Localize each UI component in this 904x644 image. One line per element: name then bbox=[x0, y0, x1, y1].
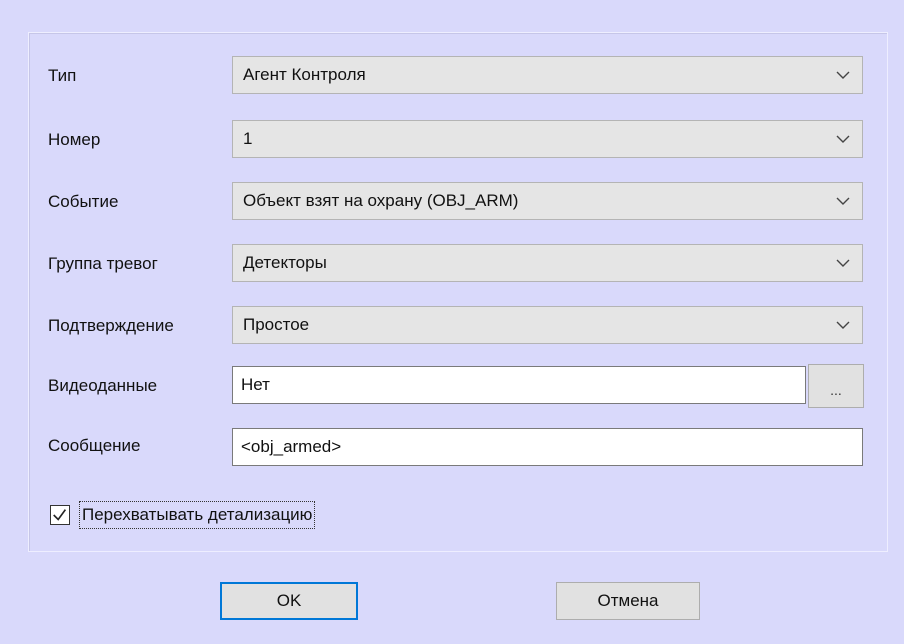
chevron-down-icon bbox=[836, 259, 850, 267]
message-field[interactable]: <obj_armed> bbox=[232, 428, 863, 466]
confirmation-label: Подтверждение bbox=[48, 316, 174, 335]
confirmation-value: Простое bbox=[243, 315, 310, 334]
type-value: Агент Контроля bbox=[243, 65, 366, 84]
video-label: Видеоданные bbox=[48, 376, 158, 395]
intercept-checkbox-label: Перехватывать детализацию bbox=[78, 501, 316, 529]
confirmation-combobox[interactable]: Простое bbox=[232, 306, 863, 344]
checkmark-icon bbox=[53, 509, 67, 521]
chevron-down-icon bbox=[836, 321, 850, 329]
alarm-group-value: Детекторы bbox=[243, 253, 327, 272]
settings-group-box bbox=[28, 32, 888, 552]
video-value: Нет bbox=[241, 375, 270, 394]
alarm-group-combobox[interactable]: Детекторы bbox=[232, 244, 863, 282]
chevron-down-icon bbox=[836, 71, 850, 79]
alarm-group-label: Группа тревог bbox=[48, 254, 158, 273]
cancel-button[interactable]: Отмена bbox=[556, 582, 700, 620]
event-label: Событие bbox=[48, 192, 119, 211]
event-value: Объект взят на охрану (OBJ_ARM) bbox=[243, 191, 519, 210]
message-label: Сообщение bbox=[48, 436, 141, 455]
number-label: Номер bbox=[48, 130, 101, 149]
chevron-down-icon bbox=[836, 197, 850, 205]
alarm-event-dialog: Тип Агент Контроля Номер 1 Событие Объек… bbox=[0, 0, 904, 644]
chevron-down-icon bbox=[836, 135, 850, 143]
intercept-checkbox[interactable] bbox=[50, 505, 70, 525]
video-field[interactable]: Нет bbox=[232, 366, 806, 404]
type-label: Тип bbox=[48, 66, 77, 85]
ok-button[interactable]: OK bbox=[220, 582, 358, 620]
video-browse-button[interactable]: ... bbox=[808, 364, 864, 408]
number-combobox[interactable]: 1 bbox=[232, 120, 863, 158]
message-value: <obj_armed> bbox=[241, 437, 342, 456]
event-combobox[interactable]: Объект взят на охрану (OBJ_ARM) bbox=[232, 182, 863, 220]
number-value: 1 bbox=[243, 129, 253, 148]
type-combobox[interactable]: Агент Контроля bbox=[232, 56, 863, 94]
